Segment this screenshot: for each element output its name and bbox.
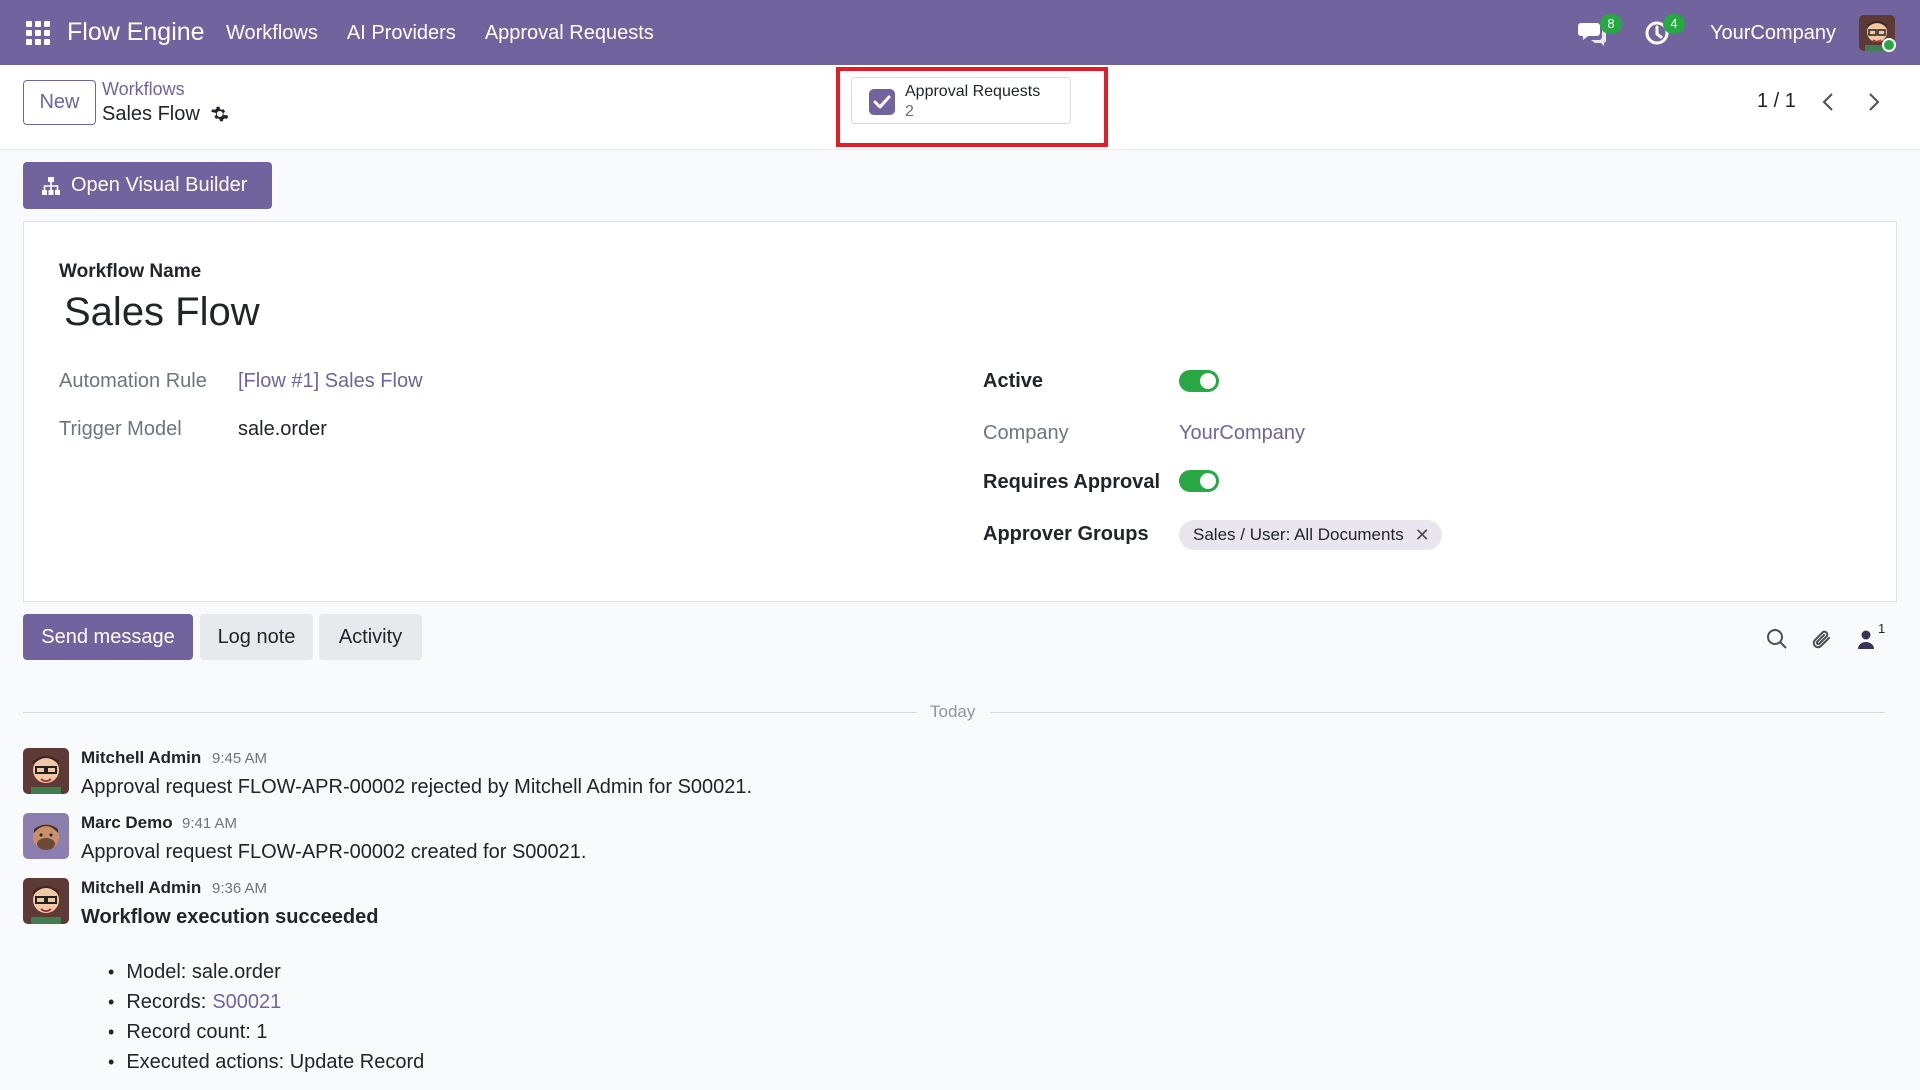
checkbox-icon <box>869 89 895 115</box>
breadcrumb-current-record: Sales Flow <box>102 103 200 125</box>
workflow-name-label: Workflow Name <box>59 261 202 282</box>
app-name[interactable]: Flow Engine <box>67 18 205 47</box>
smart-button-count: 2 <box>905 103 914 120</box>
sitemap-icon <box>42 176 60 195</box>
message-author[interactable]: Mitchell Admin <box>81 748 201 768</box>
activities-count-badge: 4 <box>1663 14 1685 34</box>
avatar[interactable] <box>23 813 69 859</box>
active-toggle[interactable] <box>1179 370 1219 392</box>
approval-requests-smart-button[interactable]: Approval Requests 2 <box>851 77 1071 124</box>
trigger-model-value[interactable]: sale.order <box>238 418 327 441</box>
pager-value[interactable]: 1 / 1 <box>1757 90 1796 113</box>
active-label: Active <box>983 370 1044 392</box>
detail-records-label: Records: <box>126 990 207 1013</box>
gear-icon[interactable] <box>210 105 228 123</box>
messages-count-badge: 8 <box>1600 14 1622 34</box>
workflow-name-field[interactable]: Sales Flow <box>64 290 260 335</box>
new-button[interactable]: New <box>23 80 96 125</box>
list-item: Records:S00021 <box>108 987 424 1017</box>
company-label: Company <box>983 422 1069 444</box>
log-note-button[interactable]: Log note <box>200 614 313 660</box>
message-body: Approval request FLOW-APR-00002 rejected… <box>81 776 753 798</box>
list-item: Executed actions: Update Record <box>108 1047 424 1077</box>
message-author[interactable]: Marc Demo <box>81 813 173 833</box>
menu-item-approval-requests[interactable]: Approval Requests <box>485 22 654 45</box>
message-author[interactable]: Mitchell Admin <box>81 878 201 898</box>
open-visual-builder-button[interactable]: Open Visual Builder <box>23 162 272 209</box>
list-item: Record count: 1 <box>108 1017 424 1047</box>
activity-button[interactable]: Activity <box>319 614 422 660</box>
chevron-right-icon[interactable] <box>1864 90 1884 114</box>
paperclip-icon[interactable] <box>1810 627 1834 651</box>
approver-groups-label: Approver Groups <box>983 523 1149 545</box>
date-separator-line <box>990 712 1885 713</box>
date-separator-label: Today <box>930 702 976 721</box>
detail-record-count: Record count: 1 <box>126 1020 268 1043</box>
automation-rule-label: Automation Rule <box>59 370 207 392</box>
list-item: Model: sale.order <box>108 957 424 987</box>
automation-rule-link[interactable]: [Flow #1] Sales Flow <box>238 370 423 393</box>
message-time: 9:41 AM <box>182 815 238 832</box>
breadcrumb-workflows[interactable]: Workflows <box>102 79 185 100</box>
date-separator-line <box>23 712 917 713</box>
user-status-indicator <box>1882 38 1896 52</box>
message-time: 9:36 AM <box>212 880 268 897</box>
search-icon[interactable] <box>1765 627 1789 651</box>
avatar[interactable] <box>23 878 69 924</box>
company-switcher[interactable]: YourCompany <box>1710 22 1836 45</box>
record-link[interactable]: S00021 <box>212 991 281 1014</box>
detail-executed-actions: Executed actions: Update Record <box>126 1050 425 1073</box>
approver-group-tag[interactable]: Sales / User: All Documents ✕ <box>1179 520 1442 550</box>
chevron-left-icon[interactable] <box>1818 90 1838 114</box>
message-body: Approval request FLOW-APR-00002 created … <box>81 841 587 863</box>
apps-menu-icon[interactable] <box>26 21 50 45</box>
followers-icon[interactable] <box>1854 627 1878 651</box>
menu-item-ai-providers[interactable]: AI Providers <box>347 22 456 45</box>
company-field[interactable]: YourCompany <box>1179 422 1305 445</box>
message-body: Workflow execution succeeded <box>81 906 379 928</box>
close-icon[interactable]: ✕ <box>1415 520 1430 550</box>
form-sheet <box>23 221 1897 602</box>
message-time: 9:45 AM <box>212 750 268 767</box>
approver-group-tag-label: Sales / User: All Documents <box>1193 525 1404 544</box>
avatar[interactable] <box>23 748 69 794</box>
followers-count: 1 <box>1878 621 1886 636</box>
requires-approval-toggle[interactable] <box>1179 470 1219 492</box>
main-menu: Workflows AI Providers Approval Requests <box>226 22 654 45</box>
open-visual-builder-label: Open Visual Builder <box>71 174 248 196</box>
requires-approval-label: Requires Approval <box>983 471 1161 493</box>
detail-model: Model: sale.order <box>126 960 281 983</box>
smart-button-label: Approval Requests <box>905 83 1041 100</box>
message-details-list: Model: sale.order Records:S00021 Record … <box>108 957 424 1077</box>
send-message-button[interactable]: Send message <box>23 614 193 660</box>
trigger-model-label: Trigger Model <box>59 418 182 440</box>
menu-item-workflows[interactable]: Workflows <box>226 22 318 45</box>
